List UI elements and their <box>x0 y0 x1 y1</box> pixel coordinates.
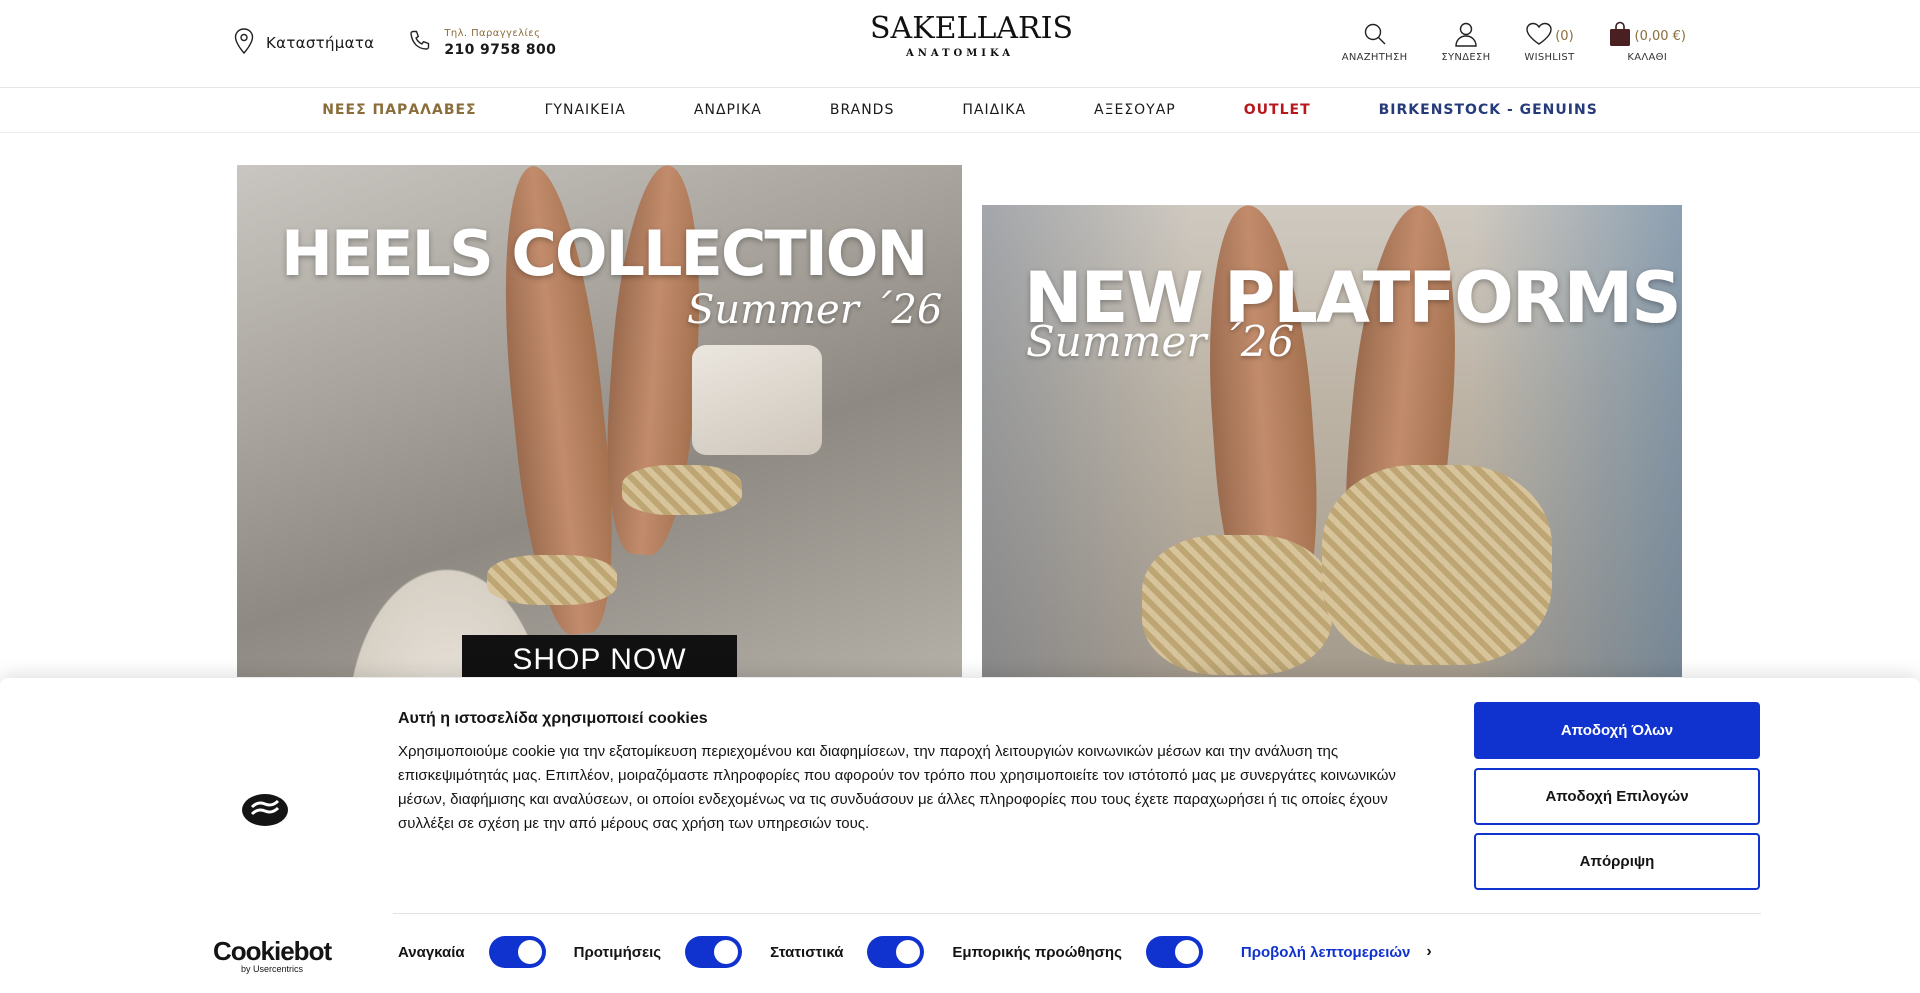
heels-subtitle: Summer ´26 <box>687 287 943 333</box>
cookie-divider <box>393 913 1761 914</box>
nav-women[interactable]: ΓΥΝΑΙΚΕΙΑ <box>545 102 626 118</box>
accept-selection-button[interactable]: Αποδοχή Επιλογών <box>1474 768 1760 825</box>
phone-orders[interactable]: Τηλ. Παραγγελίες 210 9758 800 <box>408 28 556 58</box>
cart-caption: ΚΑΛΑΘΙ <box>1627 52 1668 63</box>
main-nav: ΝΕΕΣ ΠΑΡΑΛΑΒΕΣ ΓΥΝΑΙΚΕΙΑ ΑΝΔΡΙΚΑ BRANDS … <box>0 88 1920 133</box>
page: Καταστήματα Τηλ. Παραγγελίες 210 9758 80… <box>0 0 1920 993</box>
heart-icon <box>1525 22 1553 50</box>
wishlist-button[interactable]: (0) WISHLIST <box>1524 22 1574 63</box>
nav-outlet[interactable]: OUTLET <box>1244 102 1311 118</box>
phone-icon <box>408 29 432 57</box>
wishlist-count: (0) <box>1555 28 1574 44</box>
search-caption: ΑΝΑΖΗΤΗΣΗ <box>1341 52 1408 63</box>
phone-text: Τηλ. Παραγγελίες 210 9758 800 <box>444 28 556 58</box>
chevron-right-icon: › <box>1426 943 1432 960</box>
toggle-necessary-label: Αναγκαία <box>398 943 465 961</box>
toggle-necessary-switch[interactable] <box>488 936 546 968</box>
site-header: Καταστήματα Τηλ. Παραγγελίες 210 9758 80… <box>0 0 1920 88</box>
toggle-preferences-label: Προτιμήσεις <box>573 943 662 961</box>
platform-sandal-image <box>1142 535 1332 675</box>
wishlist-caption: WISHLIST <box>1524 52 1575 63</box>
cookie-category-toggles: Αναγκαία Προτιμήσεις Στατιστικά Εμπορική… <box>398 936 1432 968</box>
site-logo[interactable]: SAKELLARIS ANATOMIKA <box>870 11 1074 60</box>
heels-collection-banner[interactable]: HEELS COLLECTION Summer ´26 SHOP NOW <box>237 165 962 677</box>
reject-button[interactable]: Απόρριψη <box>1474 833 1760 890</box>
nav-brands[interactable]: BRANDS <box>830 102 894 118</box>
cookiebot-brand: Cookiebot <box>213 936 332 966</box>
stores-label: Καταστήματα <box>266 34 375 52</box>
sandal-image <box>487 555 617 605</box>
toggle-preferences-switch[interactable] <box>685 936 743 968</box>
shopping-bag-icon <box>1609 21 1631 51</box>
nav-accessories[interactable]: ΑΞΕΣΟΥΑΡ <box>1094 102 1176 118</box>
phone-number[interactable]: 210 9758 800 <box>444 42 556 58</box>
platforms-subtitle: Summer ´26 <box>1026 317 1295 366</box>
nav-kids[interactable]: ΠΑΙΔΙΚΑ <box>962 102 1026 118</box>
login-button[interactable]: ΣΥΝΔΕΣΗ <box>1441 22 1490 63</box>
cookie-logo-icon <box>240 788 290 832</box>
header-left: Καταστήματα Τηλ. Παραγγελίες 210 9758 80… <box>234 28 556 58</box>
show-details-label: Προβολή λεπτομερειών <box>1240 943 1411 961</box>
accept-all-button[interactable]: Αποδοχή Όλων <box>1474 702 1760 759</box>
location-pin-icon <box>234 28 254 58</box>
toggle-marketing-label: Εμπορικής προώθησης <box>952 943 1122 961</box>
sandal-image-2 <box>622 465 742 515</box>
header-actions: ΑΝΑΖΗΤΗΣΗ ΣΥΝΔΕΣΗ (0) WISHLIST (0,00 €) … <box>1308 21 1687 63</box>
handbag-image <box>692 345 822 455</box>
toggle-statistics: Στατιστικά <box>770 936 925 968</box>
nav-men[interactable]: ΑΝΔΡΙΚΑ <box>694 102 762 118</box>
new-platforms-banner[interactable]: NEW PLATFORMS Summer ´26 <box>982 205 1682 677</box>
shop-now-button[interactable]: SHOP NOW <box>462 635 737 677</box>
logo-sub: ANATOMIKA <box>905 48 1015 59</box>
cookiebot-logo: Cookiebot by Usercentrics <box>213 936 332 974</box>
toggle-statistics-label: Στατιστικά <box>770 943 844 961</box>
search-icon <box>1363 22 1387 50</box>
heels-title: HEELS COLLECTION <box>281 217 928 290</box>
cookie-consent-banner: Αυτή η ιστοσελίδα χρησιμοποιεί cookies Χ… <box>0 678 1920 993</box>
toggle-marketing-switch[interactable] <box>1145 936 1203 968</box>
nav-birkenstock[interactable]: BIRKENSTOCK - GENUINS <box>1379 102 1598 118</box>
toggle-statistics-switch[interactable] <box>867 936 925 968</box>
stores-link[interactable]: Καταστήματα <box>234 28 374 58</box>
show-details-link[interactable]: Προβολή λεπτομερειών › <box>1241 943 1432 961</box>
login-caption: ΣΥΝΔΕΣΗ <box>1441 52 1491 63</box>
platform-sandal-image-2 <box>1322 465 1552 665</box>
cookie-title: Αυτή η ιστοσελίδα χρησιμοποιεί cookies <box>398 710 708 727</box>
toggle-necessary: Αναγκαία <box>398 936 546 968</box>
user-icon <box>1454 21 1478 51</box>
toggle-marketing: Εμπορικής προώθησης <box>952 936 1203 968</box>
toggle-preferences: Προτιμήσεις <box>573 936 743 968</box>
logo-main: SAKELLARIS <box>870 11 1074 46</box>
search-button[interactable]: ΑΝΑΖΗΤΗΣΗ <box>1342 22 1408 63</box>
nav-new-arrivals[interactable]: ΝΕΕΣ ΠΑΡΑΛΑΒΕΣ <box>322 102 476 118</box>
cart-total: (0,00 €) <box>1634 28 1687 44</box>
phone-caption: Τηλ. Παραγγελίες <box>444 28 541 39</box>
cart-button[interactable]: (0,00 €) ΚΑΛΑΘΙ <box>1609 21 1687 63</box>
cookie-description: Χρησιμοποιούμε cookie για την εξατομίκευ… <box>398 743 1396 832</box>
